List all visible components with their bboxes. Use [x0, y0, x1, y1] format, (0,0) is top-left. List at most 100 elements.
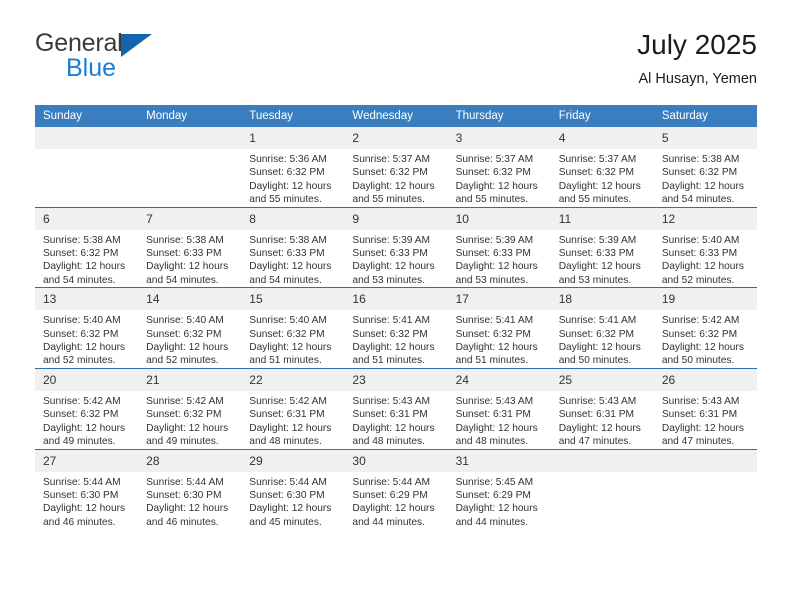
day-number: 25: [550, 368, 654, 391]
calendar-day-cell[interactable]: 17 Sunrise: 5:41 AM Sunset: 6:32 PM Dayligh…: [447, 287, 551, 369]
day-number: 21: [138, 368, 242, 391]
sunset-time: Sunset: 6:31 PM: [558, 409, 635, 421]
calendar-day-cell[interactable]: 4 Sunrise: 5:37 AM Sunset: 6:32 PM Daylight…: [550, 127, 654, 207]
day-number: 1: [241, 127, 345, 149]
daylight-duration-line2: and 49 minutes.: [146, 436, 219, 448]
calendar-day-cell[interactable]: 24 Sunrise: 5:43 AM Sunset: 6:31 PM Dayligh…: [447, 367, 551, 449]
day-number: 29: [241, 449, 345, 472]
daylight-duration-line2: and 55 minutes.: [352, 194, 425, 206]
calendar-day-cell[interactable]: 13 Sunrise: 5:40 AM Sunset: 6:32 PM Dayligh…: [35, 287, 139, 369]
sunrise-time: Sunrise: 5:42 AM: [249, 395, 327, 407]
day-details: Sunrise: 5:40 AM Sunset: 6:32 PM Daylight:…: [138, 310, 241, 368]
day-details: Sunrise: 5:39 AM Sunset: 6:33 PM Daylight:…: [344, 230, 447, 288]
calendar-day-cell[interactable]: 9 Sunrise: 5:39 AM Sunset: 6:33 PM Daylight…: [344, 206, 448, 288]
daylight-duration-line1: Daylight: 12 hours: [455, 422, 538, 434]
weekday-header-sunday: Sunday: [35, 105, 139, 127]
day-details: Sunrise: 5:37 AM Sunset: 6:32 PM Daylight:…: [344, 149, 447, 207]
sunset-time: Sunset: 6:33 PM: [455, 248, 531, 260]
day-number: 23: [344, 368, 448, 391]
day-number: 30: [344, 449, 448, 472]
sunrise-time: Sunrise: 5:42 AM: [661, 315, 740, 327]
daylight-duration-line1: Daylight: 12 hours: [661, 180, 744, 192]
day-details: Sunrise: 5:44 AM Sunset: 6:30 PM Daylight:…: [138, 472, 241, 530]
sunset-time: Sunset: 6:32 PM: [43, 409, 119, 421]
daylight-duration-line2: and 54 minutes.: [43, 274, 116, 286]
day-details: Sunrise: 5:44 AM Sunset: 6:30 PM Daylight:…: [35, 472, 138, 530]
calendar-day-cell[interactable]: 22 Sunrise: 5:42 AM Sunset: 6:31 PM Dayligh…: [241, 367, 345, 449]
sunrise-time: Sunrise: 5:38 AM: [661, 154, 740, 165]
calendar-day-cell[interactable]: 7 Sunrise: 5:38 AM Sunset: 6:33 PM Daylight…: [138, 206, 242, 288]
daylight-duration-line1: Daylight: 12 hours: [661, 422, 744, 434]
brand-logo[interactable]: General Blue: [35, 28, 265, 90]
daylight-duration-line2: and 44 minutes.: [352, 516, 425, 528]
sunrise-time: Sunrise: 5:38 AM: [146, 234, 224, 246]
sunset-time: Sunset: 6:32 PM: [455, 167, 531, 179]
calendar-day-cell[interactable]: 12 Sunrise: 5:40 AM Sunset: 6:33 PM Dayligh…: [653, 206, 757, 288]
day-number: 12: [653, 207, 757, 230]
day-details: Sunrise: 5:38 AM Sunset: 6:33 PM Daylight:…: [241, 230, 344, 288]
sunrise-time: Sunrise: 5:45 AM: [455, 476, 534, 488]
daylight-duration-line2: and 44 minutes.: [455, 516, 529, 528]
calendar-day-cell[interactable]: 1 Sunrise: 5:36 AM Sunset: 6:32 PM Daylight…: [241, 127, 345, 207]
sunset-time: Sunset: 6:32 PM: [558, 328, 635, 340]
calendar-day-cell[interactable]: 19 Sunrise: 5:42 AM Sunset: 6:32 PM Dayligh…: [653, 287, 757, 369]
calendar-day-cell[interactable]: 2 Sunrise: 5:37 AM Sunset: 6:32 PM Daylight…: [344, 127, 448, 207]
sunset-time: Sunset: 6:33 PM: [146, 248, 222, 260]
calendar-header-row: Sunday Monday Tuesday Wednesday Thursday…: [35, 105, 757, 127]
calendar-day-cell[interactable]: 25 Sunrise: 5:43 AM Sunset: 6:31 PM Dayligh…: [550, 367, 654, 449]
sunset-time: Sunset: 6:33 PM: [661, 248, 738, 260]
calendar-day-cell[interactable]: 15 Sunrise: 5:40 AM Sunset: 6:32 PM Dayligh…: [241, 287, 345, 369]
day-details: Sunrise: 5:41 AM Sunset: 6:32 PM Daylight:…: [551, 310, 654, 368]
sunrise-time: Sunrise: 5:44 AM: [146, 476, 224, 488]
sunrise-time: Sunrise: 5:41 AM: [558, 315, 637, 327]
calendar-day-cell[interactable]: 10 Sunrise: 5:39 AM Sunset: 6:33 PM Dayligh…: [447, 206, 551, 288]
day-number: 19: [653, 288, 757, 311]
sunset-time: Sunset: 6:31 PM: [249, 409, 325, 421]
weekday-header-row: Sunday Monday Tuesday Wednesday Thursday…: [35, 105, 757, 127]
calendar-day-cell[interactable]: 30 Sunrise: 5:44 AM Sunset: 6:29 PM Dayligh…: [344, 448, 448, 530]
calendar-day-cell[interactable]: 27 Sunrise: 5:44 AM Sunset: 6:30 PM Dayligh…: [35, 448, 139, 530]
sunrise-time: Sunrise: 5:42 AM: [43, 395, 121, 407]
calendar-day-cell[interactable]: 20 Sunrise: 5:42 AM Sunset: 6:32 PM Dayligh…: [35, 367, 139, 449]
calendar-day-cell[interactable]: 21 Sunrise: 5:42 AM Sunset: 6:32 PM Dayligh…: [138, 367, 242, 449]
day-details: Sunrise: 5:37 AM Sunset: 6:32 PM Daylight:…: [551, 149, 654, 207]
sunrise-time: Sunrise: 5:41 AM: [455, 315, 534, 327]
sunset-time: Sunset: 6:32 PM: [558, 167, 635, 179]
calendar-day-cell[interactable]: 26 Sunrise: 5:43 AM Sunset: 6:31 PM Dayligh…: [653, 367, 757, 449]
weekday-header-saturday: Saturday: [653, 105, 757, 127]
sunrise-time: Sunrise: 5:44 AM: [249, 476, 327, 488]
daylight-duration-line1: Daylight: 12 hours: [146, 422, 229, 434]
calendar-day-cell[interactable]: 18 Sunrise: 5:41 AM Sunset: 6:32 PM Dayligh…: [550, 287, 654, 369]
sunrise-time: Sunrise: 5:37 AM: [558, 154, 637, 165]
daylight-duration-line2: and 51 minutes.: [249, 355, 322, 367]
day-details: Sunrise: 5:43 AM Sunset: 6:31 PM Daylight:…: [448, 391, 551, 449]
calendar-day-cell[interactable]: 28 Sunrise: 5:44 AM Sunset: 6:30 PM Dayligh…: [138, 448, 242, 530]
sunrise-time: Sunrise: 5:37 AM: [455, 154, 534, 165]
calendar-day-cell[interactable]: 8 Sunrise: 5:38 AM Sunset: 6:33 PM Daylight…: [241, 206, 345, 288]
calendar-day-cell[interactable]: 5 Sunrise: 5:38 AM Sunset: 6:32 PM Daylight…: [653, 127, 757, 207]
sunrise-time: Sunrise: 5:43 AM: [352, 395, 431, 407]
calendar-week-row: 27 Sunrise: 5:44 AM Sunset: 6:30 PM Dayligh…: [35, 448, 757, 530]
day-number: [138, 127, 242, 149]
daylight-duration-line1: Daylight: 12 hours: [249, 261, 332, 273]
calendar-day-cell[interactable]: 3 Sunrise: 5:37 AM Sunset: 6:32 PM Daylight…: [447, 127, 551, 207]
calendar-day-cell[interactable]: 23 Sunrise: 5:43 AM Sunset: 6:31 PM Dayligh…: [344, 367, 448, 449]
sunset-time: Sunset: 6:31 PM: [455, 409, 531, 421]
day-number: 13: [35, 288, 139, 311]
calendar-day-cell[interactable]: 29 Sunrise: 5:44 AM Sunset: 6:30 PM Dayligh…: [241, 448, 345, 530]
daylight-duration-line1: Daylight: 12 hours: [146, 503, 229, 515]
day-number: 27: [35, 449, 139, 472]
calendar-day-cell[interactable]: 14 Sunrise: 5:40 AM Sunset: 6:32 PM Dayligh…: [138, 287, 242, 369]
daylight-duration-line1: Daylight: 12 hours: [43, 422, 126, 434]
sunset-time: Sunset: 6:30 PM: [249, 489, 325, 501]
calendar-day-cell[interactable]: 6 Sunrise: 5:38 AM Sunset: 6:32 PM Daylight…: [35, 206, 139, 288]
day-details: Sunrise: 5:39 AM Sunset: 6:33 PM Daylight:…: [448, 230, 551, 288]
calendar-day-cell[interactable]: 16 Sunrise: 5:41 AM Sunset: 6:32 PM Dayligh…: [344, 287, 448, 369]
day-details: Sunrise: 5:40 AM Sunset: 6:33 PM Daylight:…: [654, 230, 757, 288]
daylight-duration-line1: Daylight: 12 hours: [455, 342, 538, 354]
calendar-day-cell[interactable]: 31 Sunrise: 5:45 AM Sunset: 6:29 PM Dayligh…: [447, 448, 551, 530]
calendar-day-cell[interactable]: 11 Sunrise: 5:39 AM Sunset: 6:33 PM Dayligh…: [550, 206, 654, 288]
daylight-duration-line1: Daylight: 12 hours: [43, 503, 126, 515]
day-number: 9: [344, 207, 448, 230]
sunrise-time: Sunrise: 5:40 AM: [249, 315, 327, 327]
